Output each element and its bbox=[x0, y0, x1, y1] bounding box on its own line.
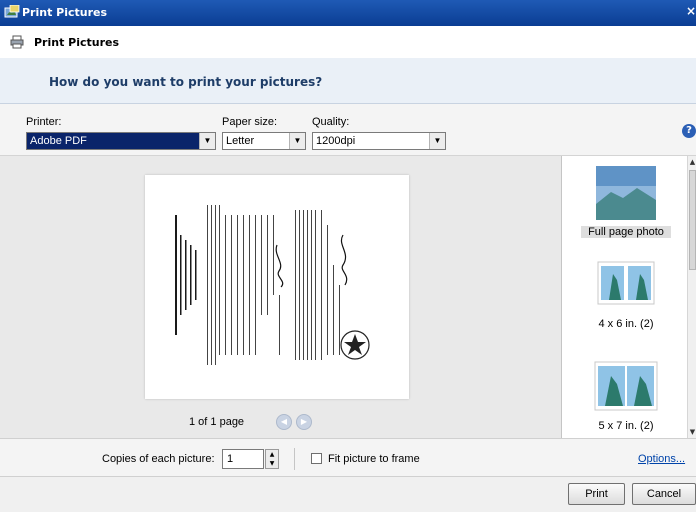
copies-input[interactable]: 1 bbox=[222, 449, 264, 469]
increment-icon[interactable]: ▲ bbox=[266, 450, 278, 459]
layout-full-page-photo[interactable]: Full page photo bbox=[581, 164, 671, 244]
copies-value: 1 bbox=[227, 453, 234, 465]
preview-pane: 1 of 1 page ◀ ▶ bbox=[0, 156, 562, 438]
quality-select[interactable]: 1200dpi ▼ bbox=[312, 132, 446, 150]
decrement-icon[interactable]: ▼ bbox=[266, 459, 278, 468]
fit-picture-label: Fit picture to frame bbox=[328, 453, 420, 465]
page-preview bbox=[145, 175, 409, 399]
button-bar: Print Cancel bbox=[0, 476, 696, 512]
dialog-title: Print Pictures bbox=[34, 36, 120, 49]
layout-5x7[interactable]: 5 x 7 in. (2) bbox=[581, 360, 671, 438]
layout-label: Full page photo bbox=[581, 226, 671, 238]
page-count: 1 of 1 page bbox=[189, 416, 245, 428]
printer-label: Printer: bbox=[26, 116, 62, 128]
printer-value: Adobe PDF bbox=[30, 135, 87, 147]
chevron-down-icon[interactable]: ▼ bbox=[289, 133, 305, 149]
layout-list: Full page photo 4 x 6 in. (2) 5 x 7 in. … bbox=[563, 156, 687, 438]
window-title: Print Pictures bbox=[22, 6, 108, 19]
previous-page-icon[interactable]: ◀ bbox=[276, 414, 292, 430]
document-thumbnail bbox=[175, 205, 370, 365]
layout-scrollbar[interactable]: ▲ ▼ bbox=[687, 156, 696, 438]
paper-size-label: Paper size: bbox=[222, 116, 278, 128]
paper-size-value: Letter bbox=[226, 135, 255, 147]
title-bar: Print Pictures × bbox=[0, 0, 696, 26]
fit-picture-checkbox[interactable] bbox=[311, 453, 322, 464]
layout-label: 5 x 7 in. (2) bbox=[598, 420, 654, 432]
printer-icon bbox=[10, 35, 24, 49]
layout-4x6[interactable]: 4 x 6 in. (2) bbox=[581, 260, 671, 340]
paper-size-select[interactable]: Letter ▼ bbox=[222, 132, 306, 150]
two-photo-thumbnail bbox=[597, 261, 655, 305]
scroll-thumb[interactable] bbox=[689, 170, 696, 270]
close-icon[interactable]: × bbox=[686, 4, 696, 20]
printer-select[interactable]: Adobe PDF ▼ bbox=[26, 132, 216, 150]
copies-label: Copies of each picture: bbox=[102, 453, 215, 465]
chevron-down-icon[interactable]: ▼ bbox=[429, 133, 445, 149]
quality-label: Quality: bbox=[312, 116, 350, 128]
options-link[interactable]: Options... bbox=[638, 453, 685, 465]
quality-value: 1200dpi bbox=[316, 135, 356, 147]
landscape-thumbnail bbox=[596, 166, 656, 220]
next-page-icon[interactable]: ▶ bbox=[296, 414, 312, 430]
dialog-header: Print Pictures bbox=[0, 26, 696, 58]
copies-bar: Copies of each picture: 1 ▲ ▼ Fit pictur… bbox=[0, 438, 696, 476]
divider bbox=[294, 448, 295, 470]
scroll-down-icon[interactable]: ▼ bbox=[688, 426, 696, 438]
layout-label: 4 x 6 in. (2) bbox=[598, 318, 654, 330]
chevron-down-icon[interactable]: ▼ bbox=[199, 133, 215, 149]
question-band: How do you want to print your pictures? bbox=[0, 58, 696, 104]
scroll-up-icon[interactable]: ▲ bbox=[688, 156, 696, 168]
cancel-button[interactable]: Cancel bbox=[632, 483, 696, 505]
copies-stepper[interactable]: ▲ ▼ bbox=[265, 449, 279, 469]
print-pictures-icon bbox=[4, 5, 20, 18]
help-icon[interactable]: ? bbox=[682, 124, 696, 138]
question-text: How do you want to print your pictures? bbox=[49, 75, 323, 89]
print-options-bar: Printer: Adobe PDF ▼ Paper size: Letter … bbox=[0, 104, 696, 156]
print-button[interactable]: Print bbox=[568, 483, 625, 505]
two-photo-thumbnail bbox=[594, 361, 658, 411]
